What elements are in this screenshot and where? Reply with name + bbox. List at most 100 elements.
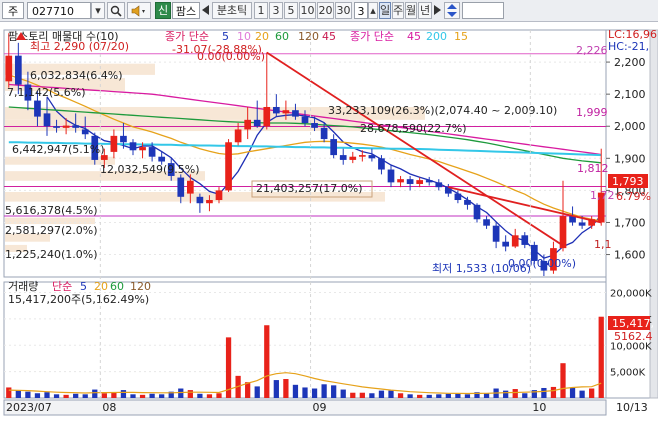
speaker-icon [131, 5, 145, 17]
prev-button[interactable] [201, 2, 211, 19]
volume-bar [560, 363, 566, 398]
candle-body [177, 177, 185, 197]
volume-bar [292, 384, 299, 398]
candle-body [339, 155, 347, 160]
candle-body [14, 55, 22, 85]
x-axis-label: 10 [532, 401, 546, 414]
candle-body [120, 135, 127, 143]
current-price-label: 1,793 [612, 175, 644, 188]
candle-body [81, 129, 89, 135]
volume-bar [426, 394, 432, 398]
volume-bar [101, 393, 107, 398]
volume-profile-label: 1,225,240(1.0%) [5, 248, 98, 261]
triangle-right-icon [434, 5, 441, 15]
candle-body [320, 127, 328, 140]
market-select[interactable]: 주 [2, 2, 24, 19]
tab-month[interactable]: 월 [405, 2, 417, 19]
price-tick-label: 2,100 [614, 88, 646, 101]
updown-button[interactable] [444, 2, 460, 19]
volume-profile-label: 7,1,142(5.6%) [7, 86, 86, 99]
volume-bar [130, 394, 136, 398]
volume-bar [25, 391, 31, 398]
volume-bar [159, 394, 165, 398]
next-button[interactable] [433, 2, 443, 19]
interval-spin-button[interactable]: ▴ [368, 2, 378, 19]
volume-profile-label: 33,233,109(26.3%)(2,074.40 ~ 2,009.10) [328, 104, 557, 117]
candle-body [43, 113, 51, 127]
candle-body [406, 179, 414, 184]
volume-bar [311, 388, 318, 398]
sound-button[interactable] [127, 2, 151, 19]
volume-bar [359, 392, 365, 398]
candle-body [148, 147, 156, 157]
volume-bar [245, 382, 251, 398]
search-button[interactable] [107, 2, 125, 19]
ma-period-5: 5 [222, 30, 229, 43]
interval-input[interactable]: 3 [354, 2, 368, 19]
volume-bar [541, 387, 547, 398]
new-listing-badge[interactable]: 신 [155, 2, 171, 19]
stock-code-input[interactable]: 027710 [27, 2, 91, 19]
candle-body [425, 180, 433, 183]
stock-name-field: 팜스 [172, 2, 200, 19]
interval-5-button[interactable]: 5 [284, 2, 298, 19]
stock-chart[interactable]: 2,2002,1002,0001,9001,8001,7001,600팜스토리 … [0, 22, 658, 423]
volume-profile-label: 12,032,549(9.5%) [100, 163, 200, 176]
volume-bar [522, 393, 528, 398]
candle-body [158, 156, 166, 162]
volume-last-label: 15,417, [612, 317, 654, 330]
candle-body [206, 200, 213, 204]
volume-bar [589, 388, 595, 398]
volume-ma-period-60: 60 [110, 280, 124, 293]
volume-bar [139, 394, 146, 398]
candle-body [253, 119, 261, 127]
interval-10-button[interactable]: 10 [299, 2, 316, 19]
volume-bar [369, 393, 375, 398]
tab-day[interactable]: 일 [379, 2, 391, 19]
candle-body [387, 169, 395, 183]
volume-bar [503, 390, 509, 398]
percent-change-label: 6.79% [616, 190, 651, 203]
x-axis-label: 09 [313, 401, 327, 414]
price-tick-label: 1,700 [614, 216, 646, 229]
code-dropdown-button[interactable]: ▾ [91, 2, 105, 19]
candle-body [272, 106, 280, 114]
interval-1-button[interactable]: 1 [254, 2, 268, 19]
candle-body [244, 119, 252, 130]
volume-ref-label: 5162.4 [614, 330, 653, 343]
ma-long-period-15: 15 [454, 30, 468, 43]
low-change-annotation: 0.00(0.00%) [508, 257, 576, 270]
candle-body [397, 179, 404, 183]
volume-bar [44, 392, 50, 398]
candle-body [53, 126, 60, 128]
price-tick-label: 1,900 [614, 152, 646, 165]
volume-bar [216, 393, 222, 398]
volume-bar [340, 389, 346, 398]
candle-body [502, 241, 510, 247]
tab-year[interactable]: 년 [418, 2, 432, 19]
price-tick-label: 1,600 [614, 249, 646, 262]
tab-week[interactable]: 주 [392, 2, 404, 19]
high-zero-annotation: 0.00(0.00%) [197, 50, 265, 63]
candle-body [292, 110, 299, 117]
interval-20-button[interactable]: 20 [317, 2, 334, 19]
toolbar-spacer-field[interactable] [462, 2, 504, 19]
chart-frame: 2,200 2,100 2,000 1,900 1,800 1,700 1,600 팜스토리 … [0, 22, 658, 423]
candle-body [129, 142, 137, 151]
volume-tick-label: 5,000K [610, 368, 646, 379]
volume-bar [464, 394, 471, 398]
level-label-1999: 1,999 [576, 106, 608, 119]
interval-30-button[interactable]: 30 [335, 2, 352, 19]
ma-long-label: 종가 단순 [350, 30, 394, 43]
volume-ma-period-120: 120 [130, 280, 151, 293]
ma-period-45-short: 45 [322, 30, 336, 43]
corner-hc-label: HC:-21, [608, 40, 649, 53]
magnifier-icon [110, 5, 122, 17]
volume-bar [6, 387, 12, 398]
tick-mode-button[interactable]: 분초틱 [212, 2, 252, 19]
volume-bar [264, 325, 270, 398]
volume-title: 거래량 [8, 280, 38, 293]
interval-3-button[interactable]: 3 [269, 2, 283, 19]
volume-profile-label: 6,032,834(6.4%) [30, 69, 123, 82]
candle-body [578, 222, 586, 226]
